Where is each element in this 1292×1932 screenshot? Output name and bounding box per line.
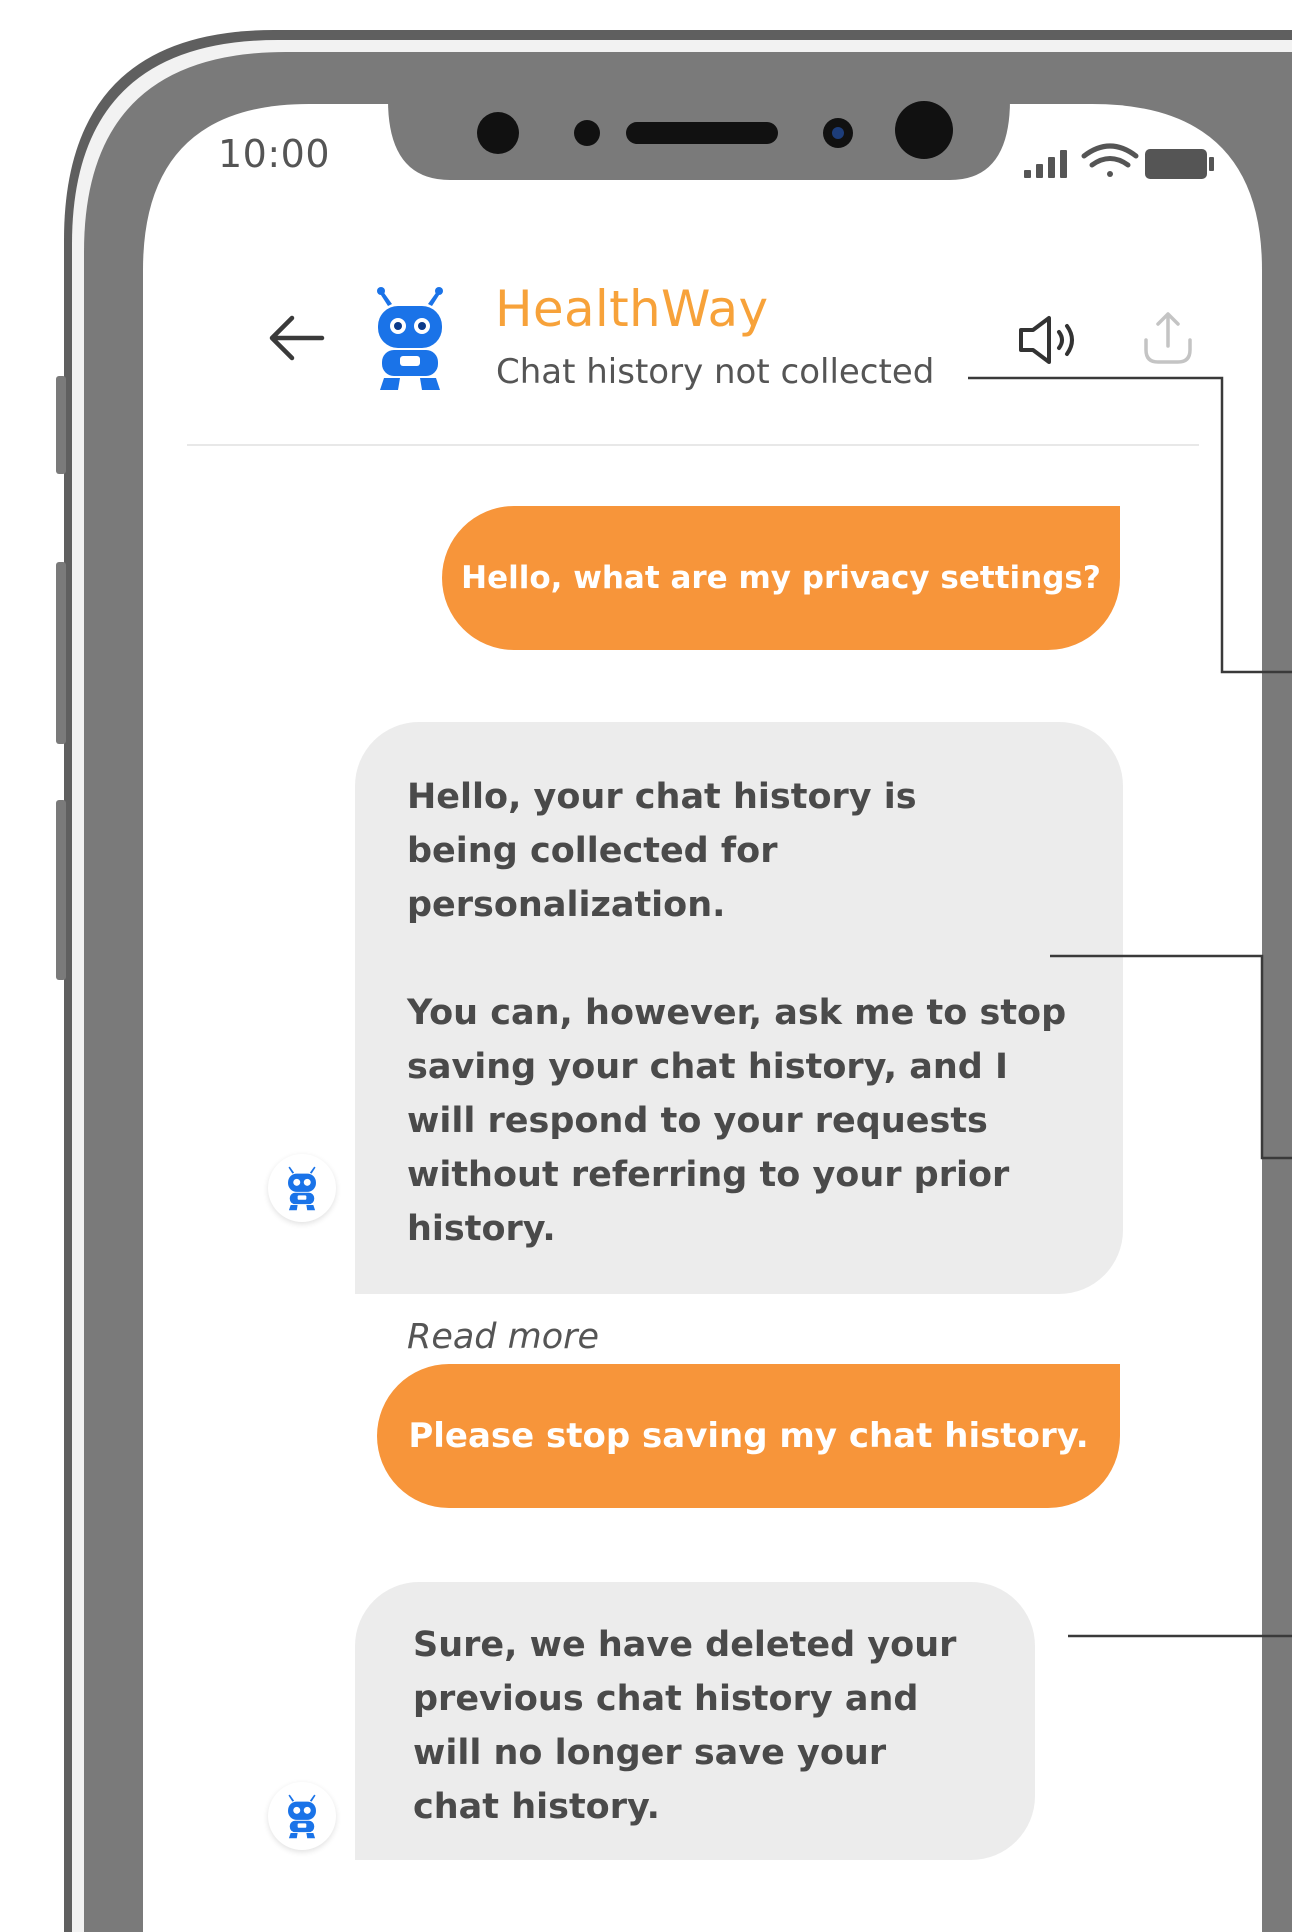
- user-message: Hello, what are my privacy settings?: [442, 506, 1120, 650]
- sensor-icon: [574, 120, 600, 146]
- robot-icon: [288, 1794, 316, 1839]
- side-button-volume-down: [56, 800, 66, 980]
- robot-icon: [288, 1166, 316, 1211]
- speaker-button[interactable]: [1015, 312, 1085, 368]
- read-more-link[interactable]: Read more: [407, 1310, 1083, 1364]
- user-message: Please stop saving my chat history.: [377, 1364, 1120, 1508]
- speaker-icon: [1019, 316, 1074, 364]
- bot-message-paragraph: Hello, your chat history is being collec…: [407, 777, 917, 925]
- bot-mini-avatar: [268, 1782, 336, 1850]
- chat-title: HealthWay: [495, 280, 769, 338]
- speaker-grille: [626, 122, 778, 144]
- header-divider: [187, 444, 1199, 446]
- robot-icon: [377, 287, 443, 390]
- front-camera-icon: [895, 101, 953, 159]
- back-button[interactable]: [262, 306, 332, 366]
- share-button[interactable]: [1138, 306, 1198, 370]
- bot-mini-avatar: [268, 1154, 336, 1222]
- bot-message: Hello, your chat history is being collec…: [355, 722, 1123, 1357]
- bot-avatar: [370, 284, 450, 394]
- arrow-left-icon: [269, 315, 325, 361]
- chat-privacy-status: Chat history not collected: [496, 352, 935, 392]
- side-button-mute: [56, 376, 66, 474]
- status-time: 10:00: [218, 132, 331, 176]
- sensor-icon: [477, 112, 519, 154]
- share-icon: [1144, 312, 1192, 364]
- side-button-volume-up: [56, 562, 66, 744]
- bot-message-paragraph: You can, however, ask me to stop saving …: [407, 993, 1067, 1249]
- bot-message: Sure, we have deleted your previous chat…: [355, 1582, 1035, 1860]
- battery-icon: [1145, 149, 1214, 179]
- app-screenshot: 10:00 HealthWay Chat history not collect…: [0, 0, 1292, 1932]
